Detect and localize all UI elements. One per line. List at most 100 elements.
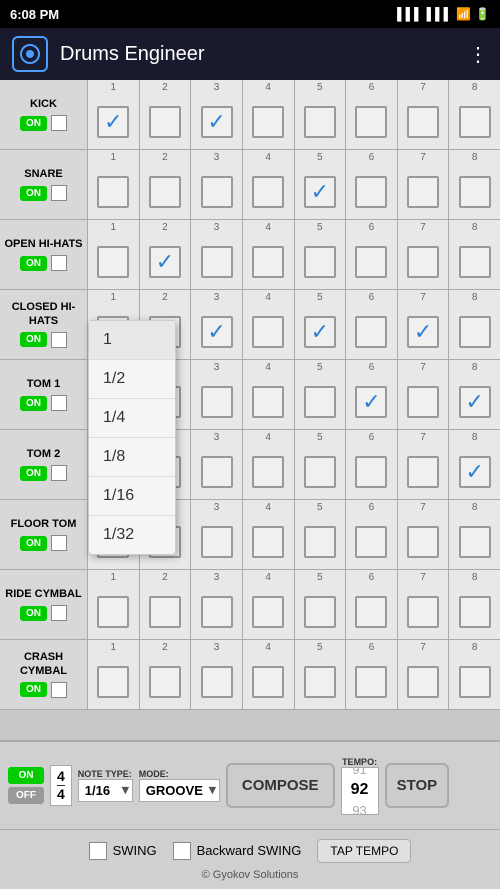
beat-checkbox-r3-b5[interactable] (355, 316, 387, 348)
dropdown-item-sixteenth[interactable]: 1/16 (89, 477, 175, 516)
beat-checkbox-r3-b4[interactable]: ✓ (304, 316, 336, 348)
beat-checkbox-r7-b0[interactable] (97, 596, 129, 628)
note-type-dropdown[interactable]: 1 1/2 1/4 1/8 1/16 1/32 (88, 320, 176, 555)
row-mute-checkbox-2[interactable] (51, 255, 67, 271)
mode-selector[interactable]: GROOVE (139, 779, 220, 802)
on-button-row-3[interactable]: ON (20, 332, 47, 347)
beat-checkbox-r2-b1[interactable]: ✓ (149, 246, 181, 278)
beat-checkbox-r3-b2[interactable]: ✓ (201, 316, 233, 348)
beat-checkbox-r2-b6[interactable] (407, 246, 439, 278)
dropdown-item-1[interactable]: 1 (89, 321, 175, 360)
beat-checkbox-r4-b7[interactable]: ✓ (459, 386, 491, 418)
beat-checkbox-r4-b4[interactable] (304, 386, 336, 418)
tempo-scroller[interactable]: 91 92 93 (341, 767, 379, 815)
beat-checkbox-r0-b6[interactable] (407, 106, 439, 138)
beat-checkbox-r5-b3[interactable] (252, 456, 284, 488)
beat-checkbox-r0-b1[interactable] (149, 106, 181, 138)
menu-icon[interactable]: ⋮ (468, 42, 488, 67)
beat-checkbox-r8-b7[interactable] (459, 666, 491, 698)
beat-checkbox-r2-b7[interactable] (459, 246, 491, 278)
on-button-row-2[interactable]: ON (20, 256, 47, 271)
beat-checkbox-r1-b4[interactable]: ✓ (304, 176, 336, 208)
beat-checkbox-r6-b4[interactable] (304, 526, 336, 558)
beat-checkbox-r4-b6[interactable] (407, 386, 439, 418)
dropdown-item-half[interactable]: 1/2 (89, 360, 175, 399)
row-mute-checkbox-8[interactable] (51, 682, 67, 698)
beat-checkbox-r8-b1[interactable] (149, 666, 181, 698)
beat-checkbox-r8-b2[interactable] (201, 666, 233, 698)
beat-checkbox-r5-b7[interactable]: ✓ (459, 456, 491, 488)
on-button-row-4[interactable]: ON (20, 396, 47, 411)
beat-checkbox-r2-b3[interactable] (252, 246, 284, 278)
beat-checkbox-r6-b5[interactable] (355, 526, 387, 558)
beat-checkbox-r1-b0[interactable] (97, 176, 129, 208)
beat-checkbox-r0-b2[interactable]: ✓ (201, 106, 233, 138)
row-mute-checkbox-4[interactable] (51, 395, 67, 411)
beat-checkbox-r3-b6[interactable]: ✓ (407, 316, 439, 348)
beat-checkbox-r1-b3[interactable] (252, 176, 284, 208)
beat-checkbox-r8-b6[interactable] (407, 666, 439, 698)
beat-checkbox-r4-b3[interactable] (252, 386, 284, 418)
beat-checkbox-r8-b0[interactable] (97, 666, 129, 698)
beat-checkbox-r0-b3[interactable] (252, 106, 284, 138)
beat-checkbox-r1-b7[interactable] (459, 176, 491, 208)
beat-checkbox-r2-b5[interactable] (355, 246, 387, 278)
dropdown-item-quarter[interactable]: 1/4 (89, 399, 175, 438)
row-mute-checkbox-7[interactable] (51, 605, 67, 621)
beat-checkbox-r2-b4[interactable] (304, 246, 336, 278)
on-button-row-7[interactable]: ON (20, 606, 47, 621)
beat-checkbox-r7-b3[interactable] (252, 596, 284, 628)
beat-checkbox-r7-b6[interactable] (407, 596, 439, 628)
beat-checkbox-r6-b3[interactable] (252, 526, 284, 558)
beat-checkbox-r0-b7[interactable] (459, 106, 491, 138)
beat-checkbox-r7-b1[interactable] (149, 596, 181, 628)
beat-checkbox-r7-b5[interactable] (355, 596, 387, 628)
dropdown-item-eighth[interactable]: 1/8 (89, 438, 175, 477)
on-button-row-5[interactable]: ON (20, 466, 47, 481)
beat-checkbox-r8-b4[interactable] (304, 666, 336, 698)
toolbar-on-button[interactable]: ON (8, 767, 44, 784)
beat-checkbox-r3-b3[interactable] (252, 316, 284, 348)
row-mute-checkbox-5[interactable] (51, 465, 67, 481)
beat-checkbox-r0-b0[interactable]: ✓ (97, 106, 129, 138)
row-mute-checkbox-6[interactable] (51, 535, 67, 551)
stop-button[interactable]: STOP (385, 763, 450, 808)
compose-button[interactable]: COMPOSE (226, 763, 335, 808)
beat-checkbox-r0-b5[interactable] (355, 106, 387, 138)
on-button-row-6[interactable]: ON (20, 536, 47, 551)
beat-checkbox-r2-b2[interactable] (201, 246, 233, 278)
beat-checkbox-r5-b6[interactable] (407, 456, 439, 488)
on-button-row-8[interactable]: ON (20, 682, 47, 697)
on-button-row-1[interactable]: ON (20, 186, 47, 201)
beat-checkbox-r6-b2[interactable] (201, 526, 233, 558)
row-mute-checkbox-1[interactable] (51, 185, 67, 201)
tap-tempo-button[interactable]: TAP TEMPO (317, 839, 411, 863)
time-signature[interactable]: 4 4 (50, 765, 72, 806)
row-mute-checkbox-0[interactable] (51, 115, 67, 131)
note-type-selector[interactable]: 1/16 (78, 779, 133, 802)
beat-checkbox-r2-b0[interactable] (97, 246, 129, 278)
beat-checkbox-r5-b5[interactable] (355, 456, 387, 488)
beat-checkbox-r7-b7[interactable] (459, 596, 491, 628)
toolbar-off-button[interactable]: OFF (8, 787, 44, 804)
beat-checkbox-r1-b1[interactable] (149, 176, 181, 208)
beat-checkbox-r1-b2[interactable] (201, 176, 233, 208)
beat-checkbox-r4-b2[interactable] (201, 386, 233, 418)
swing-checkbox[interactable] (89, 842, 107, 860)
beat-checkbox-r8-b5[interactable] (355, 666, 387, 698)
beat-checkbox-r1-b5[interactable] (355, 176, 387, 208)
row-mute-checkbox-3[interactable] (51, 332, 67, 348)
on-button-row-0[interactable]: ON (20, 116, 47, 131)
backward-swing-checkbox[interactable] (173, 842, 191, 860)
beat-checkbox-r1-b6[interactable] (407, 176, 439, 208)
beat-checkbox-r3-b7[interactable] (459, 316, 491, 348)
beat-checkbox-r4-b5[interactable]: ✓ (355, 386, 387, 418)
beat-checkbox-r6-b7[interactable] (459, 526, 491, 558)
beat-checkbox-r6-b6[interactable] (407, 526, 439, 558)
beat-checkbox-r8-b3[interactable] (252, 666, 284, 698)
beat-checkbox-r5-b2[interactable] (201, 456, 233, 488)
beat-checkbox-r0-b4[interactable] (304, 106, 336, 138)
beat-checkbox-r5-b4[interactable] (304, 456, 336, 488)
beat-checkbox-r7-b2[interactable] (201, 596, 233, 628)
dropdown-item-thirtysecond[interactable]: 1/32 (89, 516, 175, 554)
